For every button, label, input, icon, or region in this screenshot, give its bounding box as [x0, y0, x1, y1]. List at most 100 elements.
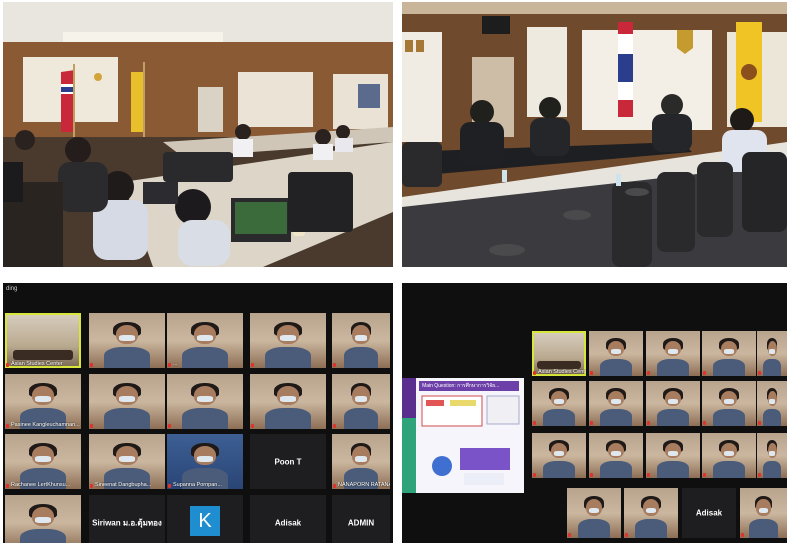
participant-tile[interactable] [589, 433, 643, 478]
participant-tile[interactable] [332, 313, 390, 368]
participant-body [599, 408, 633, 426]
participant-tile[interactable] [532, 381, 586, 426]
muted-mic-icon [533, 473, 536, 477]
participant-mask [667, 349, 679, 354]
muted-mic-icon [703, 421, 706, 425]
muted-mic-icon [647, 371, 650, 375]
participant-body [343, 408, 379, 429]
participant-mask [769, 399, 775, 404]
participant-tile[interactable]: Poon T [250, 434, 326, 489]
participant-name: Rachanee LertKhunsu... [11, 482, 71, 488]
participant-mask [197, 335, 213, 341]
participant-tile[interactable]: Rachanee LertKhunsu... [5, 434, 81, 489]
participant-mask [119, 456, 135, 462]
participant-tile[interactable] [757, 433, 787, 478]
participant-tile[interactable] [646, 381, 700, 426]
participant-name: Pasinee Kangleuchamnan... [11, 422, 80, 428]
shared-screen-slide: Main Question: การศึกษาการวิจัย... [402, 378, 524, 493]
participant-tile[interactable]: Sineenat Dangbupha... [89, 434, 165, 489]
participant-tile[interactable] [589, 331, 643, 376]
muted-mic-icon [647, 473, 650, 477]
participant-mask [553, 399, 565, 404]
participant-tile[interactable] [646, 331, 700, 376]
participant-tile[interactable] [567, 488, 621, 538]
muted-mic-icon [333, 424, 336, 428]
participant-tile[interactable] [646, 433, 700, 478]
participant-name: NANAPORN RATANA... [338, 482, 390, 488]
room-table [12, 349, 74, 360]
participant-tile[interactable] [167, 374, 243, 429]
participant-body [712, 408, 746, 426]
muted-mic-icon [168, 484, 171, 488]
participant-tile[interactable] [89, 313, 165, 368]
participant-body [749, 519, 778, 538]
participant-mask [610, 399, 622, 404]
participant-mask [723, 399, 735, 404]
participant-mask [645, 508, 657, 513]
participant-tile[interactable] [332, 374, 390, 429]
participant-tile[interactable] [757, 331, 787, 376]
participant-body [634, 519, 668, 538]
participant-tile[interactable]: K [167, 495, 243, 543]
participant-mask [723, 451, 735, 456]
participant-body [542, 460, 576, 478]
participant-tile[interactable]: Asian Studies Center [532, 331, 586, 376]
participant-tile[interactable]: Adisak [682, 488, 736, 538]
participant-body [542, 408, 576, 426]
participant-body [182, 408, 228, 429]
muted-mic-icon [703, 371, 706, 375]
participant-mask [197, 396, 213, 402]
participant-mask [355, 396, 367, 402]
meeting-room-illustration-1 [3, 2, 393, 267]
video-call-gallery-2: Main Question: การศึกษาการวิจัย... Asian… [402, 283, 787, 543]
participant-tile[interactable]: ... [167, 313, 243, 368]
participant-tile[interactable] [89, 374, 165, 429]
participant-tile[interactable] [702, 381, 756, 426]
meeting-room-illustration-2 [402, 2, 787, 267]
participant-body [265, 347, 311, 368]
muted-mic-icon [533, 421, 536, 425]
participant-body [763, 358, 781, 376]
participant-tile[interactable] [5, 495, 81, 543]
participant-tile[interactable] [624, 488, 678, 538]
muted-mic-icon [6, 484, 9, 488]
participant-tile[interactable] [702, 433, 756, 478]
muted-mic-icon [333, 484, 336, 488]
participant-mask [280, 335, 296, 341]
participant-tile[interactable]: Adisak [250, 495, 326, 543]
participant-tile[interactable]: Pasinee Kangleuchamnan... [5, 374, 81, 429]
participant-mask [723, 349, 735, 354]
participant-body [712, 358, 746, 376]
participant-body [599, 460, 633, 478]
participant-body [182, 347, 228, 368]
gallery-header-label: ding [6, 286, 18, 292]
participant-tile[interactable]: Siriwan ม.อ.ตุ้มทอง [89, 495, 165, 543]
participant-tile[interactable]: Supanna Pornpan... [167, 434, 243, 489]
participant-body [656, 408, 690, 426]
participant-mask [355, 456, 367, 462]
participant-name: Adisak [274, 518, 302, 527]
participant-name: Asian Studies Center [11, 361, 63, 367]
participant-name: Siriwan ม.อ.ตุ้มทอง [92, 518, 162, 527]
participant-tile[interactable]: ADMIN [332, 495, 390, 543]
participant-body [599, 358, 633, 376]
muted-mic-icon [6, 363, 9, 367]
participant-mask [667, 451, 679, 456]
muted-mic-icon [590, 421, 593, 425]
participant-tile[interactable] [250, 313, 326, 368]
participant-tile[interactable] [702, 331, 756, 376]
participant-tile[interactable] [757, 381, 787, 426]
meeting-room-photo-1 [3, 2, 393, 267]
participant-tile[interactable] [740, 488, 787, 538]
participant-tile[interactable] [250, 374, 326, 429]
participant-tile[interactable]: Asian Studies Center [5, 313, 81, 368]
participant-tile[interactable]: NANAPORN RATANA... [332, 434, 390, 489]
participant-mask [769, 451, 775, 456]
participant-mask [610, 349, 622, 354]
muted-mic-icon [333, 363, 336, 367]
participant-name: Supanna Pornpan... [173, 482, 222, 488]
participant-tile[interactable] [532, 433, 586, 478]
participant-mask [588, 508, 600, 513]
participant-tile[interactable] [589, 381, 643, 426]
participant-mask [355, 335, 367, 341]
